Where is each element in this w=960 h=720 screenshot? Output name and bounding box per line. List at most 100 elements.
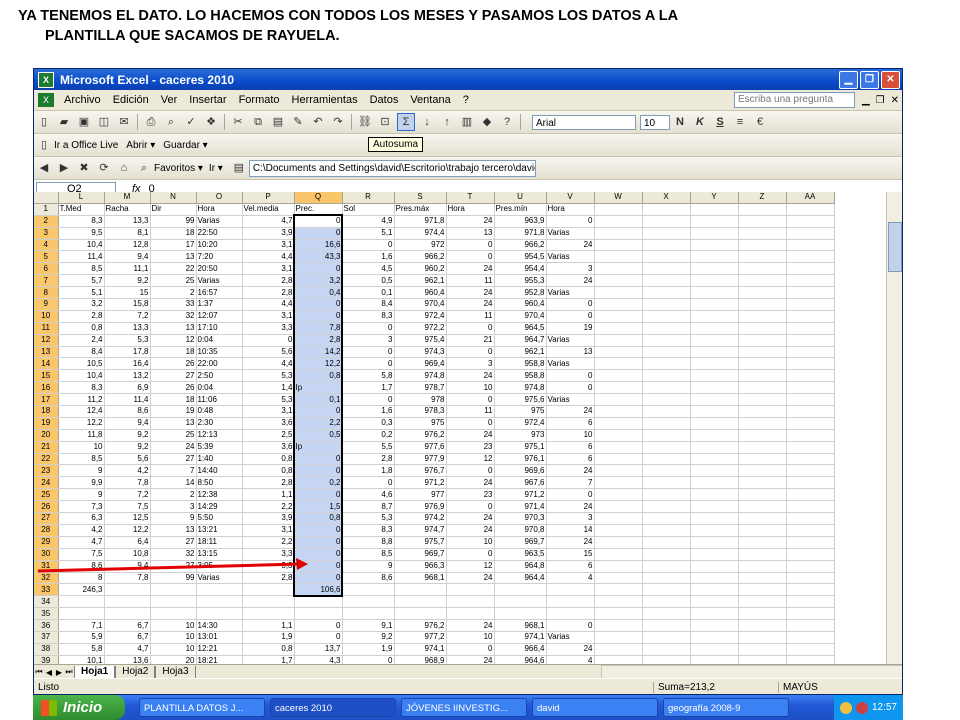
cell[interactable]: 24 (446, 524, 495, 537)
cell[interactable]: 7 (150, 464, 197, 478)
column-header-q[interactable]: Q (294, 192, 343, 204)
cell[interactable]: 0 (342, 322, 395, 335)
row-header[interactable]: 35 (34, 607, 59, 621)
cell[interactable] (786, 417, 835, 430)
row-header[interactable]: 18 (34, 405, 59, 418)
cell[interactable]: 13:01 (196, 631, 243, 644)
cell[interactable] (642, 488, 691, 502)
row-header[interactable]: 31 (34, 560, 59, 573)
cell[interactable]: 9,4 (104, 560, 151, 573)
cell[interactable] (642, 441, 691, 454)
cell[interactable] (786, 405, 835, 418)
cell[interactable]: 0 (294, 262, 343, 276)
column-header-n[interactable]: N (150, 192, 197, 204)
cell[interactable]: 975,7 (394, 536, 447, 549)
cell[interactable]: Ip (294, 381, 343, 395)
cell[interactable] (446, 583, 495, 597)
cell[interactable]: 0 (546, 215, 595, 228)
cell[interactable]: 0 (446, 643, 495, 656)
cell[interactable]: 3,6 (242, 417, 295, 430)
cell[interactable] (690, 631, 739, 644)
cell[interactable]: 969,4 (394, 357, 447, 371)
cell[interactable]: 6 (546, 453, 595, 466)
maximize-button[interactable]: ❐ (860, 70, 879, 89)
preview-icon[interactable]: ⌕ (163, 114, 179, 130)
cell[interactable]: 10:20 (196, 239, 243, 252)
menu-herramientas[interactable]: Herramientas (286, 94, 364, 106)
cell[interactable] (690, 583, 739, 597)
cell[interactable]: 1,1 (242, 619, 295, 632)
cell[interactable]: 18 (150, 227, 197, 240)
row-header[interactable]: 36 (34, 619, 59, 632)
column-header-p[interactable]: P (242, 192, 295, 204)
cell[interactable]: 27 (150, 369, 197, 383)
redo-icon[interactable]: ↷ (330, 114, 346, 130)
cell[interactable]: 970,4 (494, 310, 547, 323)
cell[interactable]: 16,4 (104, 357, 151, 371)
cell[interactable] (738, 334, 787, 347)
cell[interactable] (786, 298, 835, 311)
cell[interactable] (690, 286, 739, 300)
cell[interactable] (786, 464, 835, 478)
row-header[interactable]: 27 (34, 512, 59, 525)
cell[interactable]: 12:21 (196, 643, 243, 656)
cell[interactable] (738, 655, 787, 664)
cell[interactable] (738, 322, 787, 335)
cell[interactable] (786, 346, 835, 359)
task-jovenes[interactable]: JÓVENES IINVESTIG... (401, 698, 527, 717)
cell[interactable] (594, 239, 643, 252)
cell[interactable]: 26 (150, 381, 197, 395)
cell[interactable] (642, 464, 691, 478)
cell[interactable]: 5,3 (342, 512, 395, 525)
cell[interactable] (786, 429, 835, 442)
cell[interactable] (342, 607, 395, 621)
row-header[interactable]: 21 (34, 441, 59, 454)
cell[interactable] (642, 536, 691, 549)
cell[interactable]: 9,2 (104, 274, 151, 288)
workbook-icon[interactable]: X (38, 93, 54, 107)
cell[interactable]: 11,1 (104, 262, 151, 276)
row-header[interactable]: 33 (34, 583, 59, 597)
row-header[interactable]: 22 (34, 453, 59, 466)
cell[interactable] (786, 381, 835, 395)
cell[interactable]: 978 (394, 393, 447, 407)
cell[interactable] (546, 595, 595, 609)
cell[interactable] (594, 310, 643, 323)
cell[interactable]: 978,3 (394, 405, 447, 418)
cell[interactable]: 4,9 (342, 215, 395, 228)
task-plantilla[interactable]: PLANTILLA DATOS J... (139, 698, 265, 717)
row-header[interactable]: 20 (34, 429, 59, 442)
cell[interactable] (786, 536, 835, 549)
cell[interactable]: Prec. (294, 203, 343, 216)
cell[interactable]: 8,3 (342, 524, 395, 537)
row-header[interactable]: 14 (34, 357, 59, 371)
column-header-x[interactable]: X (642, 192, 691, 204)
doc-minimize-icon[interactable]: ▁ (859, 95, 873, 106)
cell[interactable]: 24 (446, 572, 495, 585)
cell[interactable]: 964,4 (494, 572, 547, 585)
cell[interactable] (642, 250, 691, 264)
cell[interactable] (786, 560, 835, 573)
cell[interactable] (690, 239, 739, 252)
column-header-z[interactable]: Z (738, 192, 787, 204)
menu-help[interactable]: ? (457, 94, 475, 106)
web-toolbar-icon[interactable]: ▤ (231, 160, 247, 176)
menu-edicion[interactable]: Edición (107, 94, 155, 106)
cell[interactable]: 24 (546, 500, 595, 514)
cell[interactable]: 8,4 (58, 346, 105, 359)
sort-descending-icon[interactable]: ↑ (439, 114, 455, 130)
align-icon[interactable]: ≡ (732, 114, 748, 130)
cell[interactable] (738, 393, 787, 407)
cell[interactable]: 9 (58, 464, 105, 478)
cell[interactable]: 0,4 (294, 286, 343, 300)
cell[interactable]: 0 (546, 298, 595, 311)
cell[interactable]: 24 (446, 429, 495, 442)
row-header[interactable]: 39 (34, 655, 59, 664)
cell[interactable] (104, 595, 151, 609)
cell[interactable]: 972,4 (494, 417, 547, 430)
cell[interactable] (642, 619, 691, 632)
cell[interactable] (786, 334, 835, 347)
cell[interactable] (786, 310, 835, 323)
cell[interactable] (786, 643, 835, 656)
cell[interactable]: 974,7 (394, 524, 447, 537)
